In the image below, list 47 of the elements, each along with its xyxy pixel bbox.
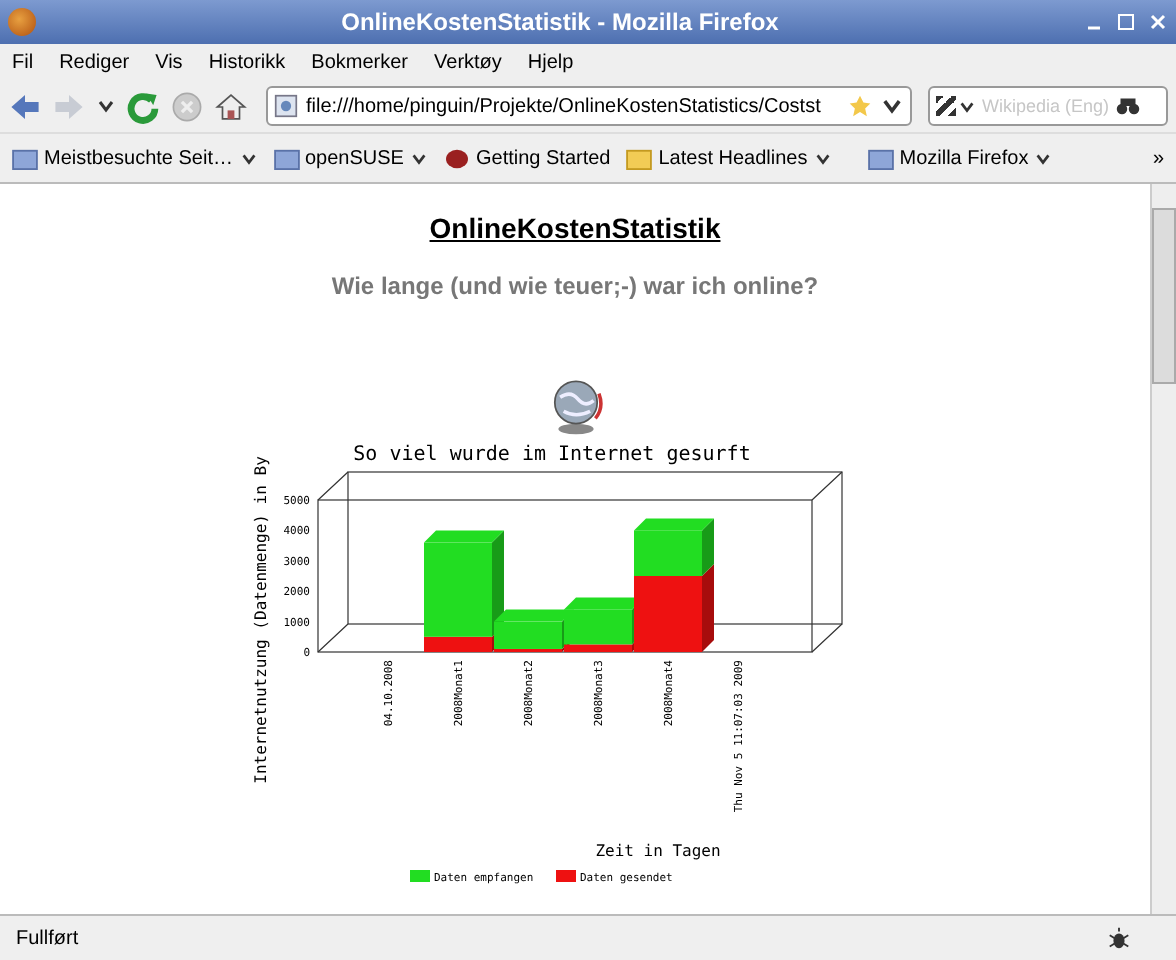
chevron-icon (813, 149, 832, 167)
bug-icon[interactable] (1106, 925, 1132, 951)
close-icon[interactable] (1148, 12, 1168, 32)
page-subtitle: Wie lange (und wie teuer;-) war ich online? (331, 272, 819, 300)
reload-icon[interactable] (126, 89, 160, 123)
chevron-icon (409, 149, 428, 167)
x-axis-label: Zeit in Tagen (594, 842, 720, 860)
folder-icon (867, 147, 894, 169)
folder-icon (12, 147, 38, 169)
caret-icon (958, 97, 976, 115)
y-axis-label: Internetnutzung (Datenmenge) in By (251, 456, 269, 784)
bookmark-item[interactable]: Meistbesuchte Seit… (12, 147, 257, 169)
search-field[interactable]: Wikipedia (Eng) (982, 96, 1110, 116)
address-field[interactable]: file:///home/pinguin/Projekte/OnlineKostenStatistics/Costst (266, 86, 912, 126)
page-icon (274, 94, 298, 118)
page-heading: OnlineKostenStatistik (429, 212, 721, 244)
folder-icon (626, 147, 653, 169)
menu-item[interactable]: Vis (155, 51, 183, 73)
firefox-icon (8, 8, 36, 36)
legend-swatch (555, 870, 575, 882)
home-icon[interactable] (214, 89, 248, 123)
bookmark-item[interactable]: openSUSE (273, 147, 428, 169)
binoculars-icon[interactable] (1116, 94, 1140, 118)
bookmark-item[interactable]: Latest Headlines (626, 147, 832, 169)
chevron-icon (239, 149, 257, 167)
bookmark-item[interactable]: Getting Started (443, 147, 611, 169)
menu-item[interactable]: Historikk (208, 51, 286, 73)
menu-item[interactable]: Rediger (59, 51, 130, 73)
legend-swatch (409, 870, 429, 882)
menu-item[interactable]: Fil (12, 51, 34, 73)
dropdown-icon[interactable] (96, 96, 116, 116)
maximize-icon[interactable] (1116, 12, 1136, 32)
search-bar[interactable]: Wikipedia (Eng) (928, 86, 1168, 126)
star-icon[interactable] (848, 94, 872, 118)
menu-item[interactable]: Hjelp (527, 51, 574, 73)
chevron-icon (1034, 149, 1053, 167)
menu-item[interactable]: Bokmerker (311, 51, 409, 73)
search-engine-button[interactable] (936, 96, 976, 116)
scrollbar[interactable] (1150, 184, 1176, 914)
status-text: Fullført (16, 927, 81, 949)
menu-item[interactable]: Verktøy (434, 51, 502, 73)
dropdown-icon[interactable] (880, 94, 904, 118)
more-bookmarks-button[interactable]: » (1152, 147, 1164, 169)
folder-icon (273, 147, 299, 169)
chart-title: So viel wurde im Internet gesurft (352, 444, 750, 466)
bookmark-item[interactable]: Mozilla Firefox (867, 147, 1053, 169)
window-title: OnlineKostenStatistik - Mozilla Firefox (339, 8, 781, 36)
